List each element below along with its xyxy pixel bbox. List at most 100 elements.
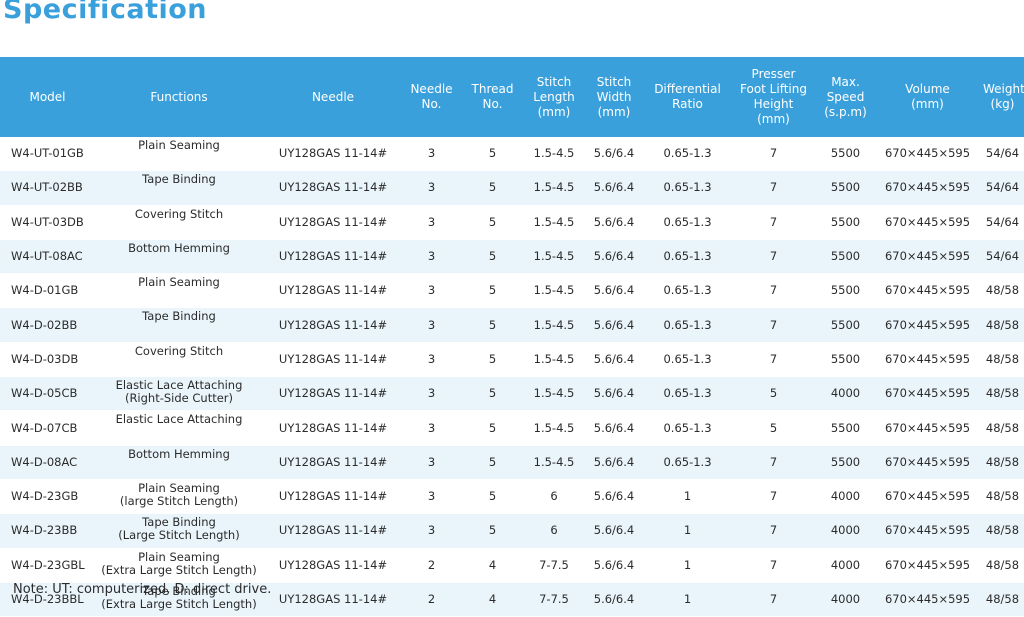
- cell-volume: 670×445×595: [874, 376, 981, 412]
- cell-max-speed: 5500: [817, 170, 874, 206]
- cell-differential-ratio: 0.65-1.3: [645, 273, 730, 309]
- table-row: W4-D-05CB Elastic Lace Attaching (Right-S…: [0, 376, 1024, 412]
- cell-model: W4-UT-08AC: [0, 239, 95, 275]
- specification-table: Model Functions Needle Needle No. Thread…: [0, 57, 1024, 617]
- cell-presser-foot-lifting-height: 7: [730, 513, 817, 549]
- cell-functions: Covering Stitch: [95, 205, 263, 240]
- cell-thread-no: 5: [460, 239, 525, 275]
- cell-stitch-length: 1.5-4.5: [525, 445, 583, 480]
- table-row: W4-D-23GBL Plain Seaming (Extra Large Sti…: [0, 548, 1024, 583]
- cell-functions: Bottom Hemming: [95, 239, 263, 275]
- cell-differential-ratio: 0.65-1.3: [645, 307, 730, 343]
- cell-needle-no: 3: [403, 307, 460, 343]
- cell-stitch-length: 1.5-4.5: [525, 239, 583, 275]
- cell-differential-ratio: 0.65-1.3: [645, 137, 730, 172]
- cell-differential-ratio: 1: [645, 479, 730, 515]
- cell-thread-no: 5: [460, 376, 525, 412]
- column-header-weight: Weight (kg): [981, 57, 1024, 137]
- cell-thread-no: 5: [460, 445, 525, 480]
- cell-presser-foot-lifting-height: 7: [730, 273, 817, 309]
- page-title: Specification: [3, 0, 208, 25]
- cell-needle-no: 3: [403, 205, 460, 240]
- cell-stitch-width: 5.6/6.4: [583, 205, 645, 240]
- cell-presser-foot-lifting-height: 7: [730, 548, 817, 583]
- cell-stitch-width: 5.6/6.4: [583, 307, 645, 343]
- cell-needle-no: 3: [403, 513, 460, 549]
- cell-functions: Covering Stitch: [95, 342, 263, 378]
- cell-differential-ratio: 0.65-1.3: [645, 410, 730, 446]
- cell-thread-no: 5: [460, 170, 525, 206]
- cell-stitch-length: 1.5-4.5: [525, 273, 583, 309]
- cell-functions: Plain Seaming: [95, 273, 263, 309]
- cell-volume: 670×445×595: [874, 410, 981, 446]
- cell-thread-no: 5: [460, 205, 525, 240]
- column-header-functions: Functions: [95, 57, 263, 137]
- cell-differential-ratio: 0.65-1.3: [645, 376, 730, 412]
- cell-model: W4-D-23GBL: [0, 548, 95, 583]
- cell-needle-no: 3: [403, 170, 460, 206]
- cell-thread-no: 5: [460, 410, 525, 446]
- table-row: W4-D-01GB Plain Seaming UY128GAS 11-14# 3 5 1…: [0, 273, 1024, 309]
- cell-stitch-width: 5.6/6.4: [583, 410, 645, 446]
- cell-model: W4-D-23GB: [0, 479, 95, 515]
- table-header: Model Functions Needle Needle No. Thread…: [0, 57, 1024, 137]
- cell-stitch-width: 5.6/6.4: [583, 376, 645, 412]
- cell-weight: 54/64: [981, 205, 1024, 240]
- cell-max-speed: 5500: [817, 205, 874, 240]
- column-header-presser-foot-lifting-height: Presser Foot Lifting Height (mm): [730, 57, 817, 137]
- column-header-needle-no: Needle No.: [403, 57, 460, 137]
- cell-thread-no: 5: [460, 307, 525, 343]
- cell-volume: 670×445×595: [874, 205, 981, 240]
- cell-presser-foot-lifting-height: 5: [730, 410, 817, 446]
- cell-needle: UY128GAS 11-14#: [263, 342, 403, 378]
- cell-max-speed: 5500: [817, 342, 874, 378]
- cell-thread-no: 5: [460, 273, 525, 309]
- cell-needle: UY128GAS 11-14#: [263, 205, 403, 240]
- cell-volume: 670×445×595: [874, 445, 981, 480]
- cell-presser-foot-lifting-height: 7: [730, 239, 817, 275]
- cell-stitch-length: 6: [525, 479, 583, 515]
- cell-needle: UY128GAS 11-14#: [263, 513, 403, 549]
- table-row: W4-UT-08AC Bottom Hemming UY128GAS 11-14# 3…: [0, 239, 1024, 275]
- cell-functions: Elastic Lace Attaching (Right-Side Cutte…: [95, 376, 263, 412]
- cell-stitch-length: 1.5-4.5: [525, 170, 583, 206]
- cell-functions: Plain Seaming (large Stitch Length): [95, 479, 263, 515]
- cell-stitch-width: 5.6/6.4: [583, 273, 645, 309]
- cell-differential-ratio: 1: [645, 513, 730, 549]
- table-row: W4-UT-01GB Plain Seaming UY128GAS 11-14# 3 5…: [0, 137, 1024, 172]
- footnote: Note: UT: computerized, D: direct drive.: [13, 582, 272, 597]
- cell-model: W4-UT-03DB: [0, 205, 95, 240]
- cell-needle-no: 3: [403, 137, 460, 172]
- column-header-stitch-length: Stitch Length (mm): [525, 57, 583, 137]
- cell-model: W4-D-02BB: [0, 307, 95, 343]
- cell-stitch-width: 5.6/6.4: [583, 548, 645, 583]
- cell-needle: UY128GAS 11-14#: [263, 137, 403, 172]
- table-row: W4-D-23BB Tape Binding (Large Stitch Leng…: [0, 513, 1024, 549]
- cell-model: W4-D-07CB: [0, 410, 95, 446]
- cell-volume: 670×445×595: [874, 479, 981, 515]
- cell-volume: 670×445×595: [874, 273, 981, 309]
- cell-stitch-length: 1.5-4.5: [525, 410, 583, 446]
- cell-volume: 670×445×595: [874, 239, 981, 275]
- cell-stitch-width: 5.6/6.4: [583, 342, 645, 378]
- cell-volume: 670×445×595: [874, 137, 981, 172]
- cell-max-speed: 4000: [817, 513, 874, 549]
- table-row: W4-D-08AC Bottom Hemming UY128GAS 11-14# 3 5…: [0, 445, 1024, 480]
- cell-functions: Bottom Hemming: [95, 445, 263, 480]
- table-row: W4-D-02BB Tape Binding UY128GAS 11-14# 3 5 1.…: [0, 307, 1024, 343]
- cell-stitch-width: 5.6/6.4: [583, 445, 645, 480]
- cell-needle: UY128GAS 11-14#: [263, 170, 403, 206]
- cell-stitch-width: 5.6/6.4: [583, 170, 645, 206]
- cell-weight: 48/58: [981, 513, 1024, 549]
- cell-model: W4-D-23BB: [0, 513, 95, 549]
- cell-functions: Elastic Lace Attaching: [95, 410, 263, 446]
- cell-stitch-length: 1.5-4.5: [525, 376, 583, 412]
- cell-needle: UY128GAS 11-14#: [263, 479, 403, 515]
- cell-weight: 54/64: [981, 170, 1024, 206]
- cell-max-speed: 5500: [817, 410, 874, 446]
- cell-model: W4-D-01GB: [0, 273, 95, 309]
- cell-stitch-length: 1.5-4.5: [525, 137, 583, 172]
- cell-needle: UY128GAS 11-14#: [263, 445, 403, 480]
- cell-differential-ratio: 0.65-1.3: [645, 170, 730, 206]
- cell-stitch-length: 7-7.5: [525, 548, 583, 583]
